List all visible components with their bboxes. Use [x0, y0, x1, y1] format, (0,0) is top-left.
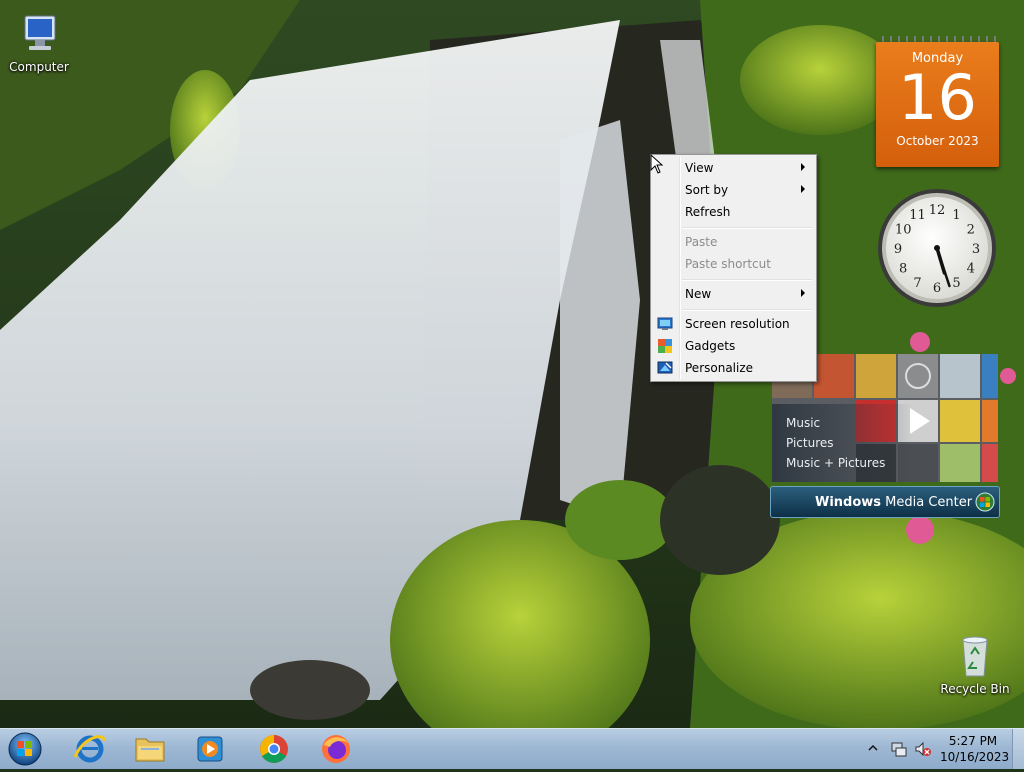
computer-icon: [15, 10, 63, 58]
clock-numeral: 8: [899, 262, 907, 277]
desktop-context-menu: View Sort by Refresh Paste Paste shortcu…: [650, 154, 817, 382]
calendar-page: Monday 16 October 2023: [876, 42, 999, 167]
start-button[interactable]: [4, 729, 46, 769]
taskbar-chrome[interactable]: [248, 731, 300, 767]
recycle-bin-icon: [951, 632, 999, 680]
file-explorer-icon: [135, 738, 165, 762]
windows-logo-icon: [975, 492, 995, 512]
media-player-icon: [197, 736, 223, 762]
taskbar-file-explorer[interactable]: [124, 731, 176, 767]
volume-muted-icon[interactable]: [914, 740, 932, 758]
submenu-arrow-icon: [801, 185, 805, 193]
show-hidden-icons-chevron-icon[interactable]: [868, 743, 878, 753]
clock-numeral: 3: [972, 242, 980, 257]
media-center-title: Windows Media Center: [815, 495, 973, 510]
clock-numeral: 6: [933, 281, 941, 296]
clock-numeral: 10: [895, 223, 912, 238]
clock-numeral: 11: [909, 208, 926, 223]
mouse-cursor-icon: [650, 154, 664, 174]
menu-item-gadgets[interactable]: Gadgets: [653, 335, 814, 357]
media-item-music-pictures[interactable]: Music + Pictures: [786, 456, 885, 470]
taskbar-clock-date[interactable]: 10/16/2023: [940, 750, 1009, 764]
menu-item-refresh[interactable]: Refresh: [653, 201, 814, 223]
submenu-arrow-icon: [801, 289, 805, 297]
show-desktop-button[interactable]: [1012, 729, 1024, 769]
menu-item-sort-by[interactable]: Sort by: [653, 179, 814, 201]
calendar-month-year: October 2023: [896, 134, 979, 148]
desktop-icon-recycle-bin[interactable]: Recycle Bin: [937, 632, 1013, 696]
media-center-bar[interactable]: Windows Media Center: [770, 486, 1000, 518]
menu-item-view[interactable]: View: [653, 157, 814, 179]
network-icon[interactable]: [890, 740, 908, 758]
clock-numeral: 12: [929, 203, 946, 218]
internet-explorer-icon: [73, 735, 106, 763]
menu-item-paste-shortcut[interactable]: Paste shortcut: [653, 253, 814, 275]
desktop-icon-label: Computer: [9, 60, 69, 74]
menu-item-screen-resolution[interactable]: Screen resolution: [653, 313, 814, 335]
personalize-icon: [657, 361, 673, 374]
media-item-pictures[interactable]: Pictures: [786, 436, 834, 450]
windows-start-icon: [8, 732, 42, 766]
submenu-arrow-icon: [801, 163, 805, 171]
menu-separator: [682, 227, 812, 229]
media-item-music[interactable]: Music: [786, 416, 820, 430]
taskbar-firefox[interactable]: [310, 731, 362, 767]
taskbar-media-player[interactable]: [184, 731, 236, 767]
taskbar: 5:27 PM 10/16/2023: [0, 728, 1024, 769]
menu-separator: [682, 279, 812, 281]
chrome-icon: [260, 735, 288, 763]
calendar-day: 16: [898, 61, 977, 134]
gadgets-icon: [658, 339, 672, 353]
calendar-gadget[interactable]: Monday 16 October 2023: [876, 36, 999, 167]
clock-numeral: 9: [894, 242, 902, 257]
screen-resolution-icon: [657, 317, 673, 330]
desktop-icon-label: Recycle Bin: [940, 682, 1010, 696]
clock-numeral: 5: [952, 276, 960, 291]
clock-numeral: 1: [952, 208, 960, 223]
menu-item-personalize[interactable]: Personalize: [653, 357, 814, 379]
menu-item-paste[interactable]: Paste: [653, 231, 814, 253]
firefox-icon: [322, 735, 350, 763]
clock-gadget[interactable]: 12 12 3 45678 9 1011: [876, 187, 998, 309]
clock-numeral: 7: [913, 276, 921, 291]
clock-numeral: 4: [967, 262, 975, 277]
taskbar-clock-time[interactable]: 5:27 PM: [940, 734, 1006, 748]
menu-item-new[interactable]: New: [653, 283, 814, 305]
taskbar-internet-explorer[interactable]: [64, 731, 116, 767]
clock-numeral: 2: [967, 223, 975, 238]
menu-separator: [682, 309, 812, 311]
desktop-icon-computer[interactable]: Computer: [1, 10, 77, 74]
